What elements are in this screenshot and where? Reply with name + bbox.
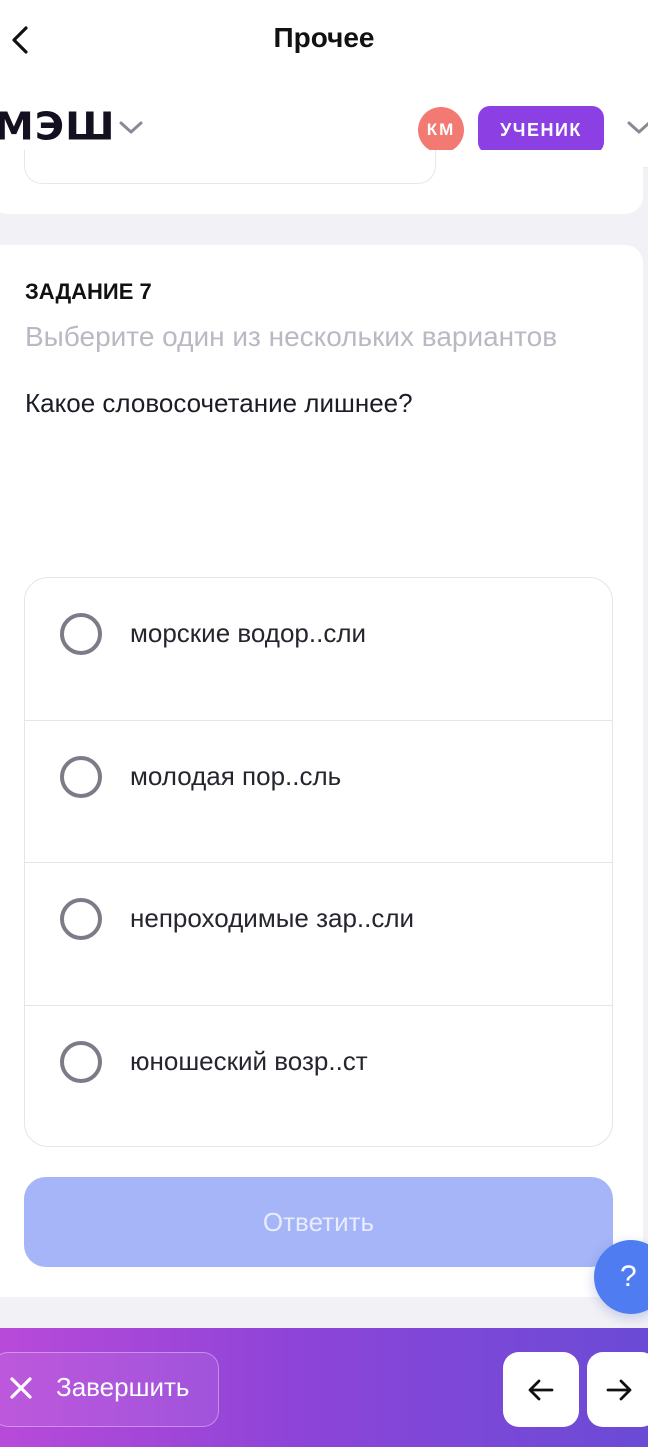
- close-icon: [10, 1377, 32, 1399]
- answer-option[interactable]: молодая пор..сль: [25, 721, 612, 863]
- task-question: Какое словосочетание лишнее?: [25, 388, 413, 418]
- option-label: юношеский возр..ст: [130, 1045, 368, 1076]
- previous-task-card: [0, 150, 643, 214]
- radio-button[interactable]: [60, 898, 102, 940]
- page-title: Прочее: [273, 22, 375, 53]
- answer-options: морские водор..сли молодая пор..сль непр…: [24, 577, 613, 1147]
- option-label: непроходимые зар..сли: [130, 903, 415, 933]
- radio-button[interactable]: [60, 755, 102, 798]
- chevron-down-icon[interactable]: [626, 120, 648, 136]
- option-label: молодая пор..сль: [130, 760, 342, 791]
- previous-task-button[interactable]: [503, 1352, 579, 1427]
- avatar[interactable]: КМ: [418, 107, 464, 153]
- next-task-button[interactable]: [587, 1352, 648, 1427]
- answer-option[interactable]: непроходимые зар..сли: [25, 863, 612, 1006]
- previous-task-field: [24, 150, 436, 184]
- radio-button[interactable]: [60, 613, 102, 655]
- task-hint: Выберите один из нескольких вариантов: [25, 321, 558, 352]
- question-mark-icon: ?: [620, 1260, 637, 1293]
- role-badge[interactable]: УЧЕНИК: [478, 106, 604, 154]
- finish-label: Завершить: [56, 1372, 190, 1402]
- arrow-left-icon: [528, 1379, 554, 1400]
- app-logo[interactable]: МЭШ: [0, 105, 116, 149]
- task-label: ЗАДАНИЕ 7: [25, 279, 152, 304]
- answer-option[interactable]: морские водор..сли: [25, 578, 612, 721]
- arrow-right-icon: [606, 1379, 632, 1400]
- chevron-down-icon[interactable]: [118, 120, 144, 136]
- top-bar: Прочее: [0, 0, 648, 84]
- option-label: морские водор..сли: [130, 618, 367, 648]
- answer-button[interactable]: Ответить: [24, 1177, 613, 1267]
- radio-button[interactable]: [60, 1040, 102, 1083]
- answer-option[interactable]: юношеский возр..ст: [25, 1006, 612, 1147]
